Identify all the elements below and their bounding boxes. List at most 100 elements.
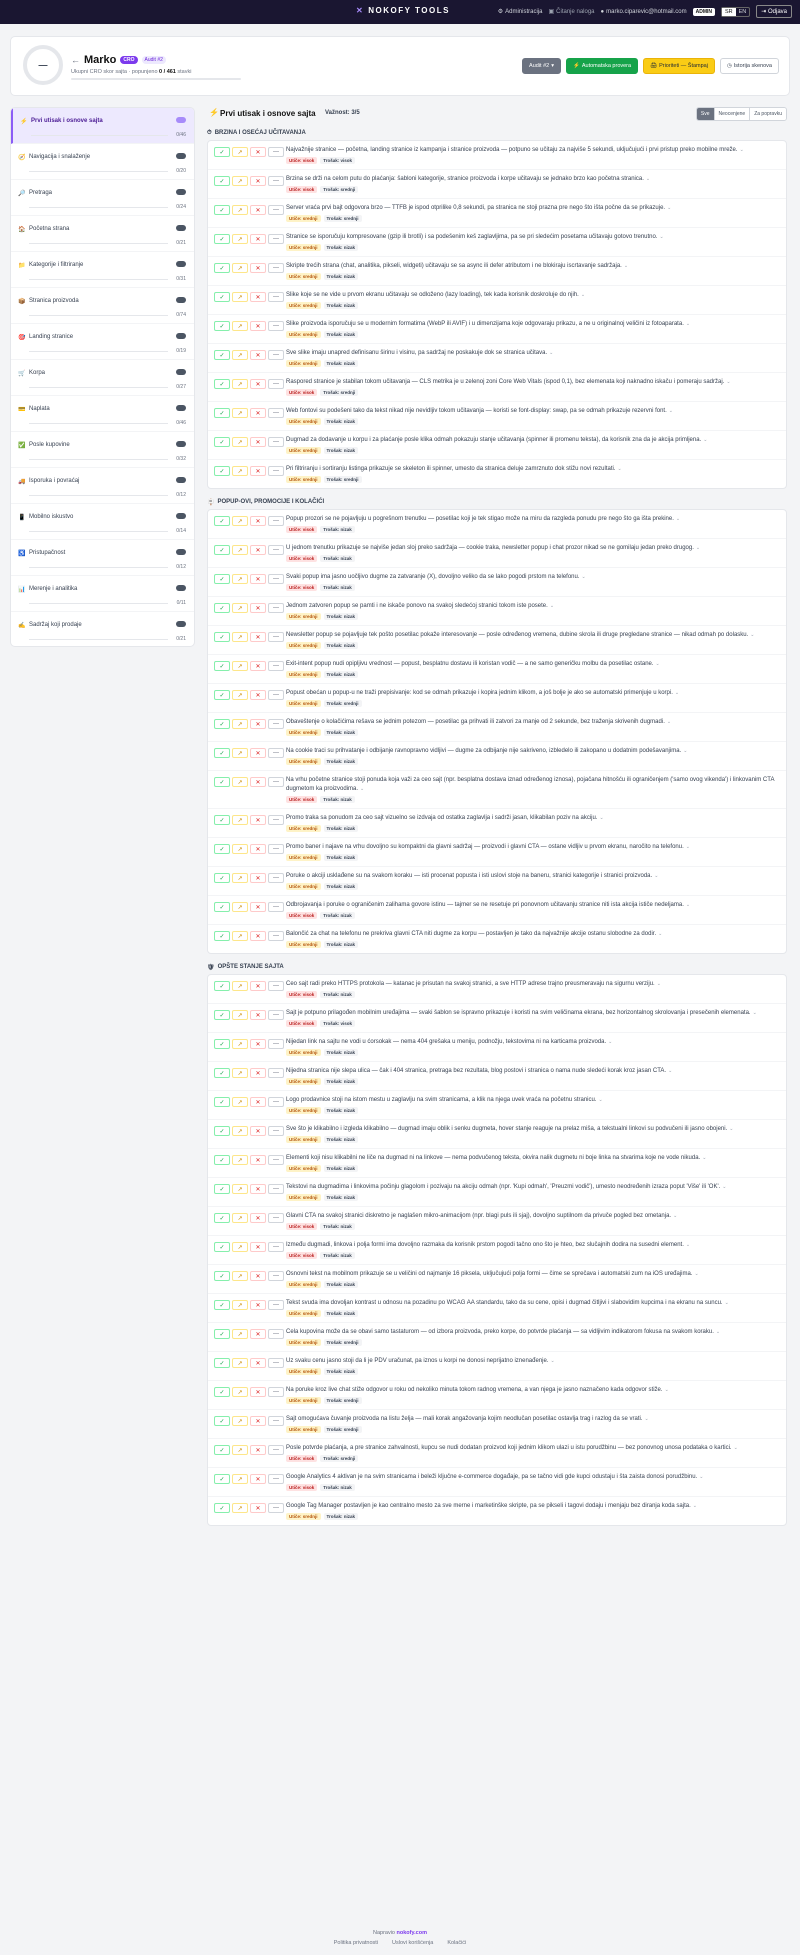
rate-na-button[interactable]: — — [268, 661, 284, 671]
chevron-down-icon[interactable]: ⌄ — [676, 516, 680, 522]
rate-fail-button[interactable]: ✕ — [250, 632, 266, 642]
rate-fail-button[interactable]: ✕ — [250, 1300, 266, 1310]
chevron-down-icon[interactable]: ⌄ — [360, 786, 364, 792]
rate-na-button[interactable]: — — [268, 147, 284, 157]
chevron-down-icon[interactable]: ⌄ — [702, 1155, 706, 1161]
chevron-down-icon[interactable]: ⌄ — [686, 844, 690, 850]
rate-fail-button[interactable]: ✕ — [250, 1503, 266, 1513]
rate-fail-button[interactable]: ✕ — [250, 176, 266, 186]
rate-fail-button[interactable]: ✕ — [250, 1242, 266, 1252]
rate-partial-button[interactable]: ↗ — [232, 1474, 248, 1484]
sidebar-item[interactable]: 🛒 Korpa 0/27 — [11, 360, 194, 396]
rate-pass-button[interactable]: ✓ — [214, 176, 230, 186]
rate-na-button[interactable]: — — [268, 176, 284, 186]
sidebar-item[interactable]: 🔎 Pretraga 0/24 — [11, 180, 194, 216]
privacy-link[interactable]: Politika privatnosti — [334, 1940, 378, 1946]
rate-partial-button[interactable]: ↗ — [232, 147, 248, 157]
chevron-down-icon[interactable]: ⌄ — [549, 350, 553, 356]
rate-fail-button[interactable]: ✕ — [250, 748, 266, 758]
rate-partial-button[interactable]: ↗ — [232, 873, 248, 883]
rate-pass-button[interactable]: ✓ — [214, 350, 230, 360]
sidebar-item[interactable]: ♿ Pristupačnost 0/12 — [11, 540, 194, 576]
chevron-down-icon[interactable]: ⌄ — [657, 981, 661, 987]
rate-na-button[interactable]: — — [268, 408, 284, 418]
rate-fail-button[interactable]: ✕ — [250, 292, 266, 302]
sidebar-item[interactable]: 💳 Naplata 0/46 — [11, 396, 194, 432]
rate-partial-button[interactable]: ↗ — [232, 1242, 248, 1252]
chevron-down-icon[interactable]: ⌄ — [673, 1213, 677, 1219]
rate-partial-button[interactable]: ↗ — [232, 1271, 248, 1281]
chevron-down-icon[interactable]: ⌄ — [675, 690, 679, 696]
footer-brand-link[interactable]: nokofy.com — [397, 1930, 427, 1936]
rate-pass-button[interactable]: ✓ — [214, 844, 230, 854]
chevron-down-icon[interactable]: ⌄ — [686, 321, 690, 327]
rate-fail-button[interactable]: ✕ — [250, 719, 266, 729]
rate-na-button[interactable]: — — [268, 205, 284, 215]
chevron-down-icon[interactable]: ⌄ — [599, 1097, 603, 1103]
rate-na-button[interactable]: — — [268, 1126, 284, 1136]
rate-pass-button[interactable]: ✓ — [214, 1387, 230, 1397]
rate-fail-button[interactable]: ✕ — [250, 1097, 266, 1107]
rate-partial-button[interactable]: ↗ — [232, 516, 248, 526]
sidebar-item[interactable]: 📱 Mobilno iskustvo 0/14 — [11, 504, 194, 540]
chevron-down-icon[interactable]: ⌄ — [699, 1474, 703, 1480]
chevron-down-icon[interactable]: ⌄ — [703, 437, 707, 443]
sidebar-item[interactable]: ⚡ Prvi utisak i osnove sajta 0/46 — [11, 108, 194, 144]
chevron-down-icon[interactable]: ⌄ — [693, 1503, 697, 1509]
rate-pass-button[interactable]: ✓ — [214, 1213, 230, 1223]
rate-fail-button[interactable]: ✕ — [250, 1271, 266, 1281]
rate-partial-button[interactable]: ↗ — [232, 981, 248, 991]
chevron-down-icon[interactable]: ⌄ — [660, 234, 664, 240]
rate-partial-button[interactable]: ↗ — [232, 1010, 248, 1020]
sidebar-item[interactable]: ✅ Posle kupovine 0/32 — [11, 432, 194, 468]
sidebar-item[interactable]: 🏠 Početna strana 0/21 — [11, 216, 194, 252]
chevron-down-icon[interactable]: ⌄ — [658, 931, 662, 937]
filter-to-fix[interactable]: Za popravku — [749, 108, 786, 120]
rate-partial-button[interactable]: ↗ — [232, 574, 248, 584]
rate-partial-button[interactable]: ↗ — [232, 234, 248, 244]
rate-partial-button[interactable]: ↗ — [232, 1213, 248, 1223]
rate-pass-button[interactable]: ✓ — [214, 1126, 230, 1136]
rate-pass-button[interactable]: ✓ — [214, 1329, 230, 1339]
rate-pass-button[interactable]: ✓ — [214, 902, 230, 912]
rate-partial-button[interactable]: ↗ — [232, 1358, 248, 1368]
rate-fail-button[interactable]: ✕ — [250, 873, 266, 883]
chevron-down-icon[interactable]: ⌄ — [667, 205, 671, 211]
rate-na-button[interactable]: — — [268, 1358, 284, 1368]
rate-pass-button[interactable]: ✓ — [214, 1068, 230, 1078]
rate-na-button[interactable]: — — [268, 603, 284, 613]
rate-pass-button[interactable]: ✓ — [214, 661, 230, 671]
rate-fail-button[interactable]: ✕ — [250, 1039, 266, 1049]
chevron-down-icon[interactable]: ⌄ — [686, 902, 690, 908]
sidebar-item[interactable]: 🚚 Isporuka i povraćaj 0/12 — [11, 468, 194, 504]
rate-na-button[interactable]: — — [268, 690, 284, 700]
rate-na-button[interactable]: — — [268, 844, 284, 854]
rate-partial-button[interactable]: ↗ — [232, 176, 248, 186]
rate-na-button[interactable]: — — [268, 466, 284, 476]
rate-partial-button[interactable]: ↗ — [232, 545, 248, 555]
rate-partial-button[interactable]: ↗ — [232, 777, 248, 787]
rate-partial-button[interactable]: ↗ — [232, 1155, 248, 1165]
rate-pass-button[interactable]: ✓ — [214, 437, 230, 447]
terms-link[interactable]: Uslovi korišćenja — [392, 1940, 433, 1946]
rate-partial-button[interactable]: ↗ — [232, 1387, 248, 1397]
chevron-down-icon[interactable]: ⌄ — [734, 1445, 738, 1451]
rate-partial-button[interactable]: ↗ — [232, 632, 248, 642]
print-priorities-button[interactable]: 🖨 Prioriteti — Štampaj — [643, 58, 715, 74]
chevron-down-icon[interactable]: ⌄ — [581, 292, 585, 298]
rate-na-button[interactable]: — — [268, 292, 284, 302]
filter-unrated[interactable]: Neocenjene — [713, 108, 750, 120]
rate-partial-button[interactable]: ↗ — [232, 1039, 248, 1049]
rate-na-button[interactable]: — — [268, 1445, 284, 1455]
rate-na-button[interactable]: — — [268, 931, 284, 941]
rate-fail-button[interactable]: ✕ — [250, 466, 266, 476]
rate-fail-button[interactable]: ✕ — [250, 379, 266, 389]
rate-na-button[interactable]: — — [268, 1300, 284, 1310]
rate-na-button[interactable]: — — [268, 545, 284, 555]
chevron-down-icon[interactable]: ⌄ — [617, 466, 621, 472]
rate-fail-button[interactable]: ✕ — [250, 1213, 266, 1223]
admin-link[interactable]: ⚙ Administracija — [498, 8, 543, 16]
rate-partial-button[interactable]: ↗ — [232, 1097, 248, 1107]
sidebar-item[interactable]: 📊 Merenje i analitika 0/11 — [11, 576, 194, 612]
rate-partial-button[interactable]: ↗ — [232, 263, 248, 273]
